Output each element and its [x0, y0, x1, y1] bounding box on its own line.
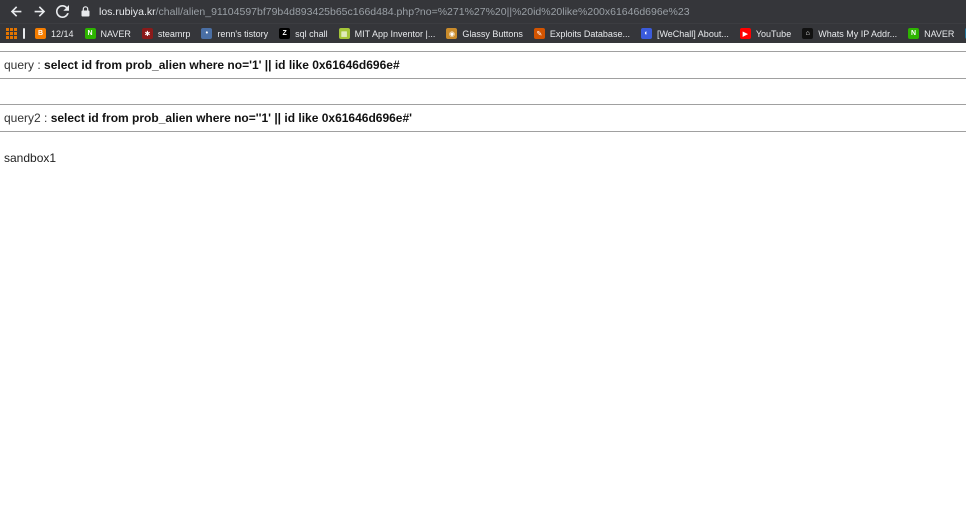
bookmark-item[interactable]: ✱ steamrp: [141, 28, 191, 39]
bookmark-label: 12/14: [51, 28, 74, 39]
bookmark-label: steamrp: [157, 28, 191, 39]
bookmark-label: [WeChall] About...: [656, 28, 729, 39]
query-line: query : select id from prob_alien where …: [0, 52, 966, 78]
divider: [0, 78, 966, 79]
bookmark-item[interactable]: ◉ Glassy Buttons: [446, 28, 523, 39]
bookmark-item[interactable]: ◐ [WeChall] About...: [640, 28, 729, 39]
app-inventor-icon: ▦: [338, 28, 350, 39]
wechall-icon: ◐: [640, 28, 652, 39]
url-path: /chall/alien_91104597bf79b4d893425b65c16…: [155, 5, 690, 18]
youtube-icon: ▶: [739, 28, 751, 39]
lock-icon: [81, 6, 95, 17]
bookmark-label: sql chall: [295, 28, 328, 39]
bookmark-item[interactable]: N NAVER: [84, 28, 131, 39]
back-icon[interactable]: [6, 2, 26, 22]
bookmark-item[interactable]: ✎ Exploits Database...: [533, 28, 630, 39]
bookmark-item[interactable]: ▦ MIT App Inventor |...: [338, 28, 436, 39]
bookmarks-bar: B 12/14 N NAVER ✱ steamrp • renn's tistory Zsql …: [0, 23, 966, 43]
bookmark-label: NAVER: [924, 28, 955, 39]
bookmark-label: Exploits Database...: [549, 28, 630, 39]
bookmark-item[interactable]: Zsql chall: [279, 28, 328, 39]
bookmark-label: Glassy Buttons: [462, 28, 523, 39]
bookmark-label: YouTube: [755, 28, 792, 39]
query2-sql: select id from prob_alien where no=''1' …: [50, 111, 412, 125]
bookmark-label: renn's tistory: [217, 28, 269, 39]
bookmark-item[interactable]: ⌂ Whats My IP Addr...: [802, 28, 897, 39]
bookmark-item[interactable]: N NAVER: [908, 28, 954, 39]
bookmark-item[interactable]: • renn's tistory: [201, 28, 268, 39]
reload-icon[interactable]: [52, 2, 72, 22]
bookmark-item[interactable]: ▶ YouTube: [739, 28, 792, 39]
forward-icon[interactable]: [29, 2, 49, 22]
url-host: los.rubiya.kr: [99, 5, 156, 18]
query-sql: select id from prob_alien where no='1' |…: [44, 58, 400, 72]
exploit-db-icon: ✎: [533, 28, 545, 39]
steamrp-icon: ✱: [141, 28, 153, 39]
result-text: sandbox1: [4, 151, 57, 165]
reading-list-icon[interactable]: [23, 28, 25, 39]
bookmark-label: Whats My IP Addr...: [818, 28, 898, 39]
browser-toolbar: los.rubiya.kr/chall/alien_91104597bf79b4…: [0, 0, 966, 23]
page-content: query : select id from prob_alien where …: [0, 51, 966, 165]
z-icon: Z: [279, 28, 291, 39]
query-label: query :: [4, 58, 45, 72]
apps-icon[interactable]: [6, 28, 17, 39]
query2-label: query2 :: [4, 111, 51, 125]
blogger-icon: B: [35, 28, 46, 39]
query2-line: query2 : select id from prob_alien where…: [0, 105, 966, 131]
naver-icon: N: [84, 28, 96, 39]
glassy-buttons-icon: ◉: [446, 28, 458, 39]
bookmark-item[interactable]: B 12/14: [35, 28, 74, 39]
bookmark-label: NAVER: [100, 28, 131, 39]
address-bar[interactable]: los.rubiya.kr/chall/alien_91104597bf79b4…: [81, 2, 966, 22]
ip-icon: ⌂: [802, 28, 814, 39]
naver-icon: N: [908, 28, 920, 39]
bookmark-label: MIT App Inventor |...: [354, 28, 436, 39]
tistory-icon: •: [201, 28, 213, 39]
